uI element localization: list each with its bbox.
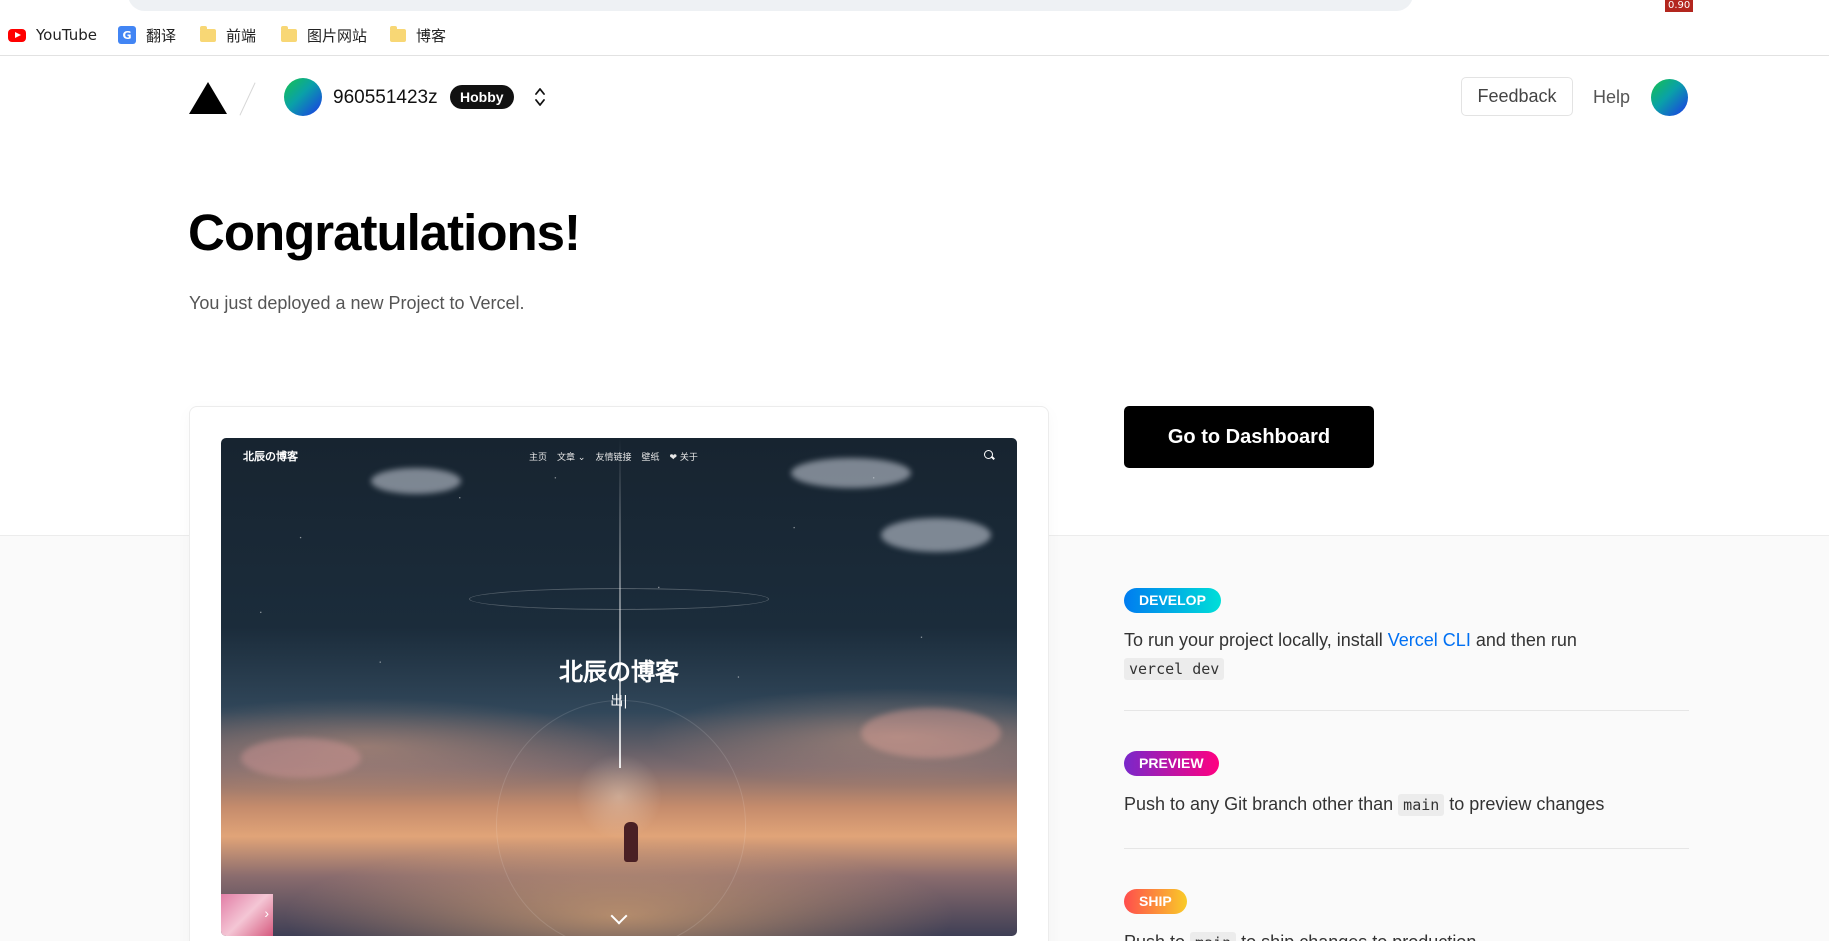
youtube-icon [8,28,26,42]
folder-icon [390,25,406,42]
light-beam [619,438,621,768]
divider [1124,710,1689,711]
breadcrumb-separator [239,82,256,116]
cloud [861,708,1001,758]
step-text: Push to [1124,932,1190,941]
preview-search-icon [984,450,993,459]
bookmark-label: 博客 [416,26,447,45]
step-text: To run your project locally, install [1124,630,1388,650]
preview-menu-item: 壁纸 [641,453,660,463]
team-avatar[interactable] [284,78,322,116]
code-snippet: vercel dev [1124,658,1225,680]
preview-music-thumbnail [221,894,273,936]
bookmark-frontend[interactable]: 前端 [200,25,256,45]
code-snippet: main [1398,794,1445,816]
browser-toolbar: 0.90 [0,0,1829,12]
preview-site-menu: 主页 文章 ⌄ 友情链接 壁纸 ❤ 关于 [529,450,698,463]
bookmarks-bar: YouTube G 翻译 前端 图片网站 博客 [0,12,1829,56]
ship-instructions: Push to main to ship changes to producti… [1124,928,1694,941]
bookmark-image-sites[interactable]: 图片网站 [281,25,367,45]
preview-menu-item: ❤ 关于 [669,453,698,463]
preview-badge: PREVIEW [1124,751,1219,776]
page-title: Congratulations! [188,204,581,261]
help-link[interactable]: Help [1593,87,1630,108]
preview-menu-item: 主页 [529,453,548,463]
develop-badge: DEVELOP [1124,588,1221,613]
vercel-cli-link[interactable]: Vercel CLI [1388,630,1471,650]
deployment-preview-card[interactable]: 北辰の博客 主页 文章 ⌄ 友情链接 壁纸 ❤ 关于 北辰の博客 出| [189,406,1049,941]
divider [1124,848,1689,849]
extension-badge[interactable]: 0.90 [1665,0,1694,12]
page-subtitle: You just deployed a new Project to Verce… [189,293,525,313]
translate-icon: G [118,26,136,44]
preview-hero-title: 北辰の博客 [559,658,679,686]
code-snippet: main [1190,932,1237,941]
step-text: and then run [1470,630,1577,650]
bookmark-label: 翻译 [146,26,177,45]
preview-menu-item: 友情链接 [595,453,632,463]
develop-instructions: To run your project locally, install Ver… [1124,626,1694,683]
user-avatar[interactable] [1651,79,1688,116]
step-text: to preview changes [1444,794,1605,814]
step-text: Push to any Git branch other than [1124,794,1399,814]
cloud [241,738,361,778]
chevron-up-down-icon[interactable] [534,86,546,108]
folder-icon [200,25,216,42]
bookmark-translate[interactable]: G 翻译 [118,25,176,45]
bookmark-label: 前端 [226,26,257,45]
violinist-figure [624,822,638,862]
vercel-logo-icon[interactable] [189,82,227,114]
account-name[interactable]: 960551423z [333,87,438,109]
preview-menu-item: 文章 ⌄ [557,453,586,463]
bookmark-label: YouTube [36,26,97,44]
planet-outline [496,700,746,936]
address-bar[interactable] [128,0,1413,11]
folder-icon [281,25,297,42]
cloud [881,518,991,552]
step-text: to ship changes to production [1236,932,1476,941]
ship-badge: SHIP [1124,889,1187,914]
preview-instructions: Push to any Git branch other than main t… [1124,790,1694,819]
preview-hero-subtitle: 出| [610,694,628,709]
bookmark-blog[interactable]: 博客 [390,25,446,45]
plan-badge: Hobby [450,85,514,109]
go-to-dashboard-button[interactable]: Go to Dashboard [1124,406,1374,468]
preview-site-title: 北辰の博客 [243,450,298,463]
bookmark-youtube[interactable]: YouTube [8,25,97,45]
deployment-screenshot[interactable]: 北辰の博客 主页 文章 ⌄ 友情链接 壁纸 ❤ 关于 北辰の博客 出| [221,438,1017,936]
feedback-button[interactable]: Feedback [1461,77,1573,116]
preview-site-nav: 北辰の博客 主页 文章 ⌄ 友情链接 壁纸 ❤ 关于 [221,438,1017,472]
bookmark-label: 图片网站 [307,26,368,45]
app-header: 960551423z Hobby Feedback Help [0,57,1829,137]
